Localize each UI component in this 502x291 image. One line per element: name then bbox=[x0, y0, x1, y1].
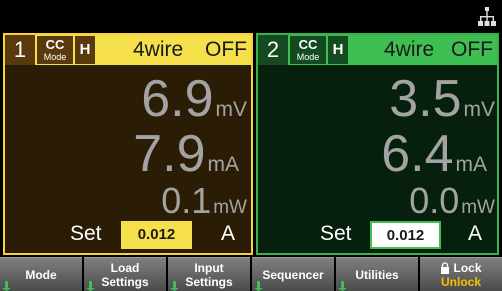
output-state-label: OFF bbox=[451, 38, 493, 61]
sense-mode-label: 4wire bbox=[384, 38, 435, 61]
current-unit: mA bbox=[207, 153, 240, 176]
output-state-label: OFF bbox=[205, 38, 247, 61]
softkey-label-line2: Settings bbox=[101, 274, 149, 289]
current-reading: 7.9mA bbox=[133, 128, 239, 180]
set-label: Set bbox=[70, 222, 102, 245]
submenu-arrow-icon bbox=[86, 281, 95, 291]
power-reading: 0.0 mW bbox=[409, 183, 495, 219]
set-unit: A bbox=[468, 222, 483, 245]
softkey-label-line1: Input bbox=[194, 260, 224, 275]
channel-number: 1 bbox=[5, 35, 35, 65]
mode-sub-label: Mode bbox=[43, 52, 67, 62]
softkey-label-line2: Settings bbox=[185, 274, 233, 289]
input-settings-softkey[interactable]: Input Settings bbox=[168, 257, 250, 291]
power-value: 0.0 bbox=[409, 180, 460, 221]
channel-2-header: 2 CC Mode H 4wire OFF bbox=[258, 35, 497, 65]
submenu-arrow-icon bbox=[170, 281, 179, 291]
softkey-label-line1: Load bbox=[110, 260, 140, 275]
mode-label: CC bbox=[298, 37, 318, 52]
lan-network-icon bbox=[478, 7, 496, 26]
load-settings-softkey[interactable]: Load Settings bbox=[84, 257, 166, 291]
current-reading: 6.4mA bbox=[381, 128, 487, 180]
power-unit: mW bbox=[213, 197, 247, 218]
set-value-field[interactable]: 0.012 bbox=[121, 221, 192, 249]
submenu-arrow-icon bbox=[2, 281, 11, 291]
channel-number: 2 bbox=[258, 35, 288, 65]
softkey-label: Sequencer bbox=[262, 267, 324, 282]
lock-row: Lock bbox=[420, 261, 502, 275]
voltage-unit: mV bbox=[215, 98, 248, 121]
range-badge: H bbox=[328, 36, 348, 64]
current-value: 7.9 bbox=[133, 125, 206, 183]
lock-label: Lock bbox=[453, 260, 482, 275]
mode-badge: CC Mode bbox=[37, 36, 73, 64]
utilities-softkey[interactable]: Utilities bbox=[336, 257, 418, 291]
voltage-unit: mV bbox=[463, 98, 496, 121]
channel-2-panel[interactable]: 2 CC Mode H 4wire OFF 3.5mV 6.4mA 0.0 mW … bbox=[256, 33, 499, 255]
mode-label: CC bbox=[45, 37, 65, 52]
channel-1-header: 1 CC Mode H 4wire OFF bbox=[5, 35, 251, 65]
softkey-label: Mode bbox=[25, 267, 57, 282]
voltage-value: 3.5 bbox=[389, 70, 462, 128]
mode-softkey[interactable]: Mode bbox=[0, 257, 82, 291]
mode-badge: CC Mode bbox=[290, 36, 326, 64]
power-unit: mW bbox=[461, 197, 495, 218]
sense-mode-label: 4wire bbox=[133, 38, 184, 61]
channel-1-panel[interactable]: 1 CC Mode H 4wire OFF 6.9mV 7.9mA 0.1 mW … bbox=[3, 33, 253, 255]
current-value: 6.4 bbox=[381, 125, 454, 183]
submenu-arrow-icon bbox=[338, 281, 347, 291]
voltage-reading: 3.5mV bbox=[389, 73, 495, 125]
sequencer-softkey[interactable]: Sequencer bbox=[252, 257, 334, 291]
instrument-display: 1 CC Mode H 4wire OFF 6.9mV 7.9mA 0.1 mW … bbox=[0, 0, 502, 291]
power-value: 0.1 bbox=[161, 180, 212, 221]
set-unit: A bbox=[221, 222, 236, 245]
set-label: Set bbox=[320, 222, 352, 245]
softkey-bar: Mode Load Settings Input Settings Sequen… bbox=[0, 257, 502, 291]
unlock-label: Unlock bbox=[440, 274, 481, 289]
range-badge: H bbox=[75, 36, 95, 64]
status-bar bbox=[0, 0, 502, 32]
power-reading: 0.1 mW bbox=[161, 183, 247, 219]
current-unit: mA bbox=[455, 153, 488, 176]
voltage-value: 6.9 bbox=[141, 70, 214, 128]
lock-icon bbox=[441, 261, 450, 274]
lock-unlock-softkey[interactable]: Lock Unlock bbox=[420, 257, 502, 291]
mode-sub-label: Mode bbox=[296, 52, 320, 62]
set-value-field[interactable]: 0.012 bbox=[370, 221, 441, 249]
softkey-label: Utilities bbox=[355, 267, 399, 282]
submenu-arrow-icon bbox=[254, 281, 263, 291]
voltage-reading: 6.9mV bbox=[141, 73, 247, 125]
